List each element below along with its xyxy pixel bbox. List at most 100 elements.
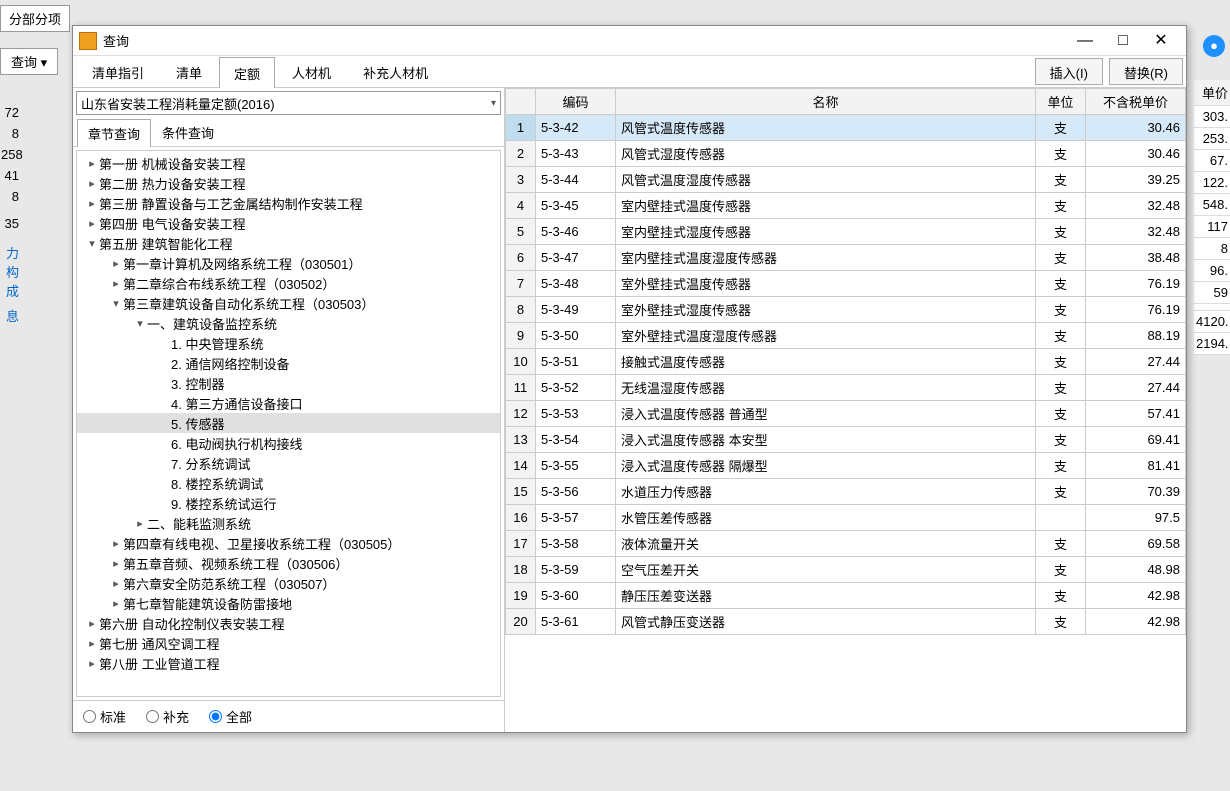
table-row[interactable]: 85-3-49室外壁挂式湿度传感器支76.19 [506,297,1186,323]
cell-code[interactable]: 5-3-48 [536,271,616,297]
table-row[interactable]: 95-3-50室外壁挂式温度湿度传感器支88.19 [506,323,1186,349]
tree-node[interactable]: ▸第五章音频、视频系统工程（030506） [77,553,500,573]
filter-radio-补充[interactable]: 补充 [146,707,189,726]
tree-node[interactable]: ▸第四章有线电视、卫星接收系统工程（030505） [77,533,500,553]
tree-node[interactable]: ▸第六章安全防范系统工程（030507） [77,573,500,593]
tab-补充人材机[interactable]: 补充人材机 [348,56,443,87]
cell-name[interactable]: 浸入式温度传感器 本安型 [616,427,1036,453]
cell-unit[interactable]: 支 [1036,245,1086,271]
replace-button[interactable]: 替换(R) [1109,58,1183,85]
subtab-条件查询[interactable]: 条件查询 [151,118,225,146]
tree-toggle-icon[interactable]: ▾ [85,237,99,250]
results-table[interactable]: 编码名称单位不含税单价 15-3-42风管式温度传感器支30.4625-3-43… [505,88,1186,635]
tree-node[interactable]: 3. 控制器 [77,373,500,393]
cell-unit[interactable]: 支 [1036,453,1086,479]
tab-人材机[interactable]: 人材机 [277,56,346,87]
radio-input[interactable] [146,710,159,723]
tree-node[interactable]: ▸第一章计算机及网络系统工程（030501） [77,253,500,273]
col-header[interactable]: 不含税单价 [1086,89,1186,115]
tree-node[interactable]: 2. 通信网络控制设备 [77,353,500,373]
tree-toggle-icon[interactable]: ▸ [85,637,99,650]
cell-name[interactable]: 浸入式温度传感器 普通型 [616,401,1036,427]
tree-node[interactable]: ▸第七册 通风空调工程 [77,633,500,653]
cell-price[interactable]: 30.46 [1086,141,1186,167]
tree-node[interactable]: 1. 中央管理系统 [77,333,500,353]
cell-price[interactable]: 97.5 [1086,505,1186,531]
cell-code[interactable]: 5-3-56 [536,479,616,505]
cell-price[interactable]: 69.58 [1086,531,1186,557]
maximize-button[interactable]: □ [1104,28,1142,54]
cell-code[interactable]: 5-3-45 [536,193,616,219]
tree-toggle-icon[interactable]: ▸ [109,557,123,570]
tree-node[interactable]: 6. 电动阀执行机构接线 [77,433,500,453]
table-row[interactable]: 125-3-53浸入式温度传感器 普通型支57.41 [506,401,1186,427]
cell-code[interactable]: 5-3-42 [536,115,616,141]
cell-code[interactable]: 5-3-49 [536,297,616,323]
cell-price[interactable]: 57.41 [1086,401,1186,427]
cell-name[interactable]: 室内壁挂式湿度传感器 [616,219,1036,245]
cell-code[interactable]: 5-3-61 [536,609,616,635]
cell-code[interactable]: 5-3-43 [536,141,616,167]
tree-toggle-icon[interactable]: ▸ [109,277,123,290]
cell-unit[interactable]: 支 [1036,323,1086,349]
cell-name[interactable]: 室内壁挂式温度湿度传感器 [616,245,1036,271]
table-row[interactable]: 155-3-56水道压力传感器支70.39 [506,479,1186,505]
cell-name[interactable]: 无线温湿度传感器 [616,375,1036,401]
cell-code[interactable]: 5-3-58 [536,531,616,557]
tree-node[interactable]: ▾一、建筑设备监控系统 [77,313,500,333]
table-row[interactable]: 115-3-52无线温湿度传感器支27.44 [506,375,1186,401]
cell-code[interactable]: 5-3-59 [536,557,616,583]
cell-name[interactable]: 静压压差变送器 [616,583,1036,609]
cell-unit[interactable] [1036,505,1086,531]
cell-unit[interactable]: 支 [1036,531,1086,557]
cell-price[interactable]: 48.98 [1086,557,1186,583]
tree-node[interactable]: ▸第二册 热力设备安装工程 [77,173,500,193]
cell-unit[interactable]: 支 [1036,583,1086,609]
col-header[interactable]: 名称 [616,89,1036,115]
tree-toggle-icon[interactable]: ▸ [85,617,99,630]
cell-price[interactable]: 81.41 [1086,453,1186,479]
tree-toggle-icon[interactable]: ▾ [133,317,147,330]
tree-node[interactable]: ▸第六册 自动化控制仪表安装工程 [77,613,500,633]
chapter-tree[interactable]: ▸第一册 机械设备安装工程▸第二册 热力设备安装工程▸第三册 静置设备与工艺金属… [76,150,501,697]
col-header[interactable]: 单位 [1036,89,1086,115]
cell-code[interactable]: 5-3-44 [536,167,616,193]
cell-price[interactable]: 69.41 [1086,427,1186,453]
tree-node[interactable]: 5. 传感器 [77,413,500,433]
cell-code[interactable]: 5-3-60 [536,583,616,609]
tree-node[interactable]: ▾第五册 建筑智能化工程 [77,233,500,253]
cell-code[interactable]: 5-3-57 [536,505,616,531]
minimize-button[interactable]: — [1066,28,1104,54]
insert-button[interactable]: 插入(I) [1035,58,1103,85]
close-button[interactable]: ✕ [1142,28,1180,54]
tree-node[interactable]: ▾第三章建筑设备自动化系统工程（030503） [77,293,500,313]
tree-node[interactable]: 4. 第三方通信设备接口 [77,393,500,413]
cell-code[interactable]: 5-3-51 [536,349,616,375]
cell-unit[interactable]: 支 [1036,297,1086,323]
tab-定额[interactable]: 定额 [219,57,275,88]
cell-code[interactable]: 5-3-46 [536,219,616,245]
cell-name[interactable]: 风管式湿度传感器 [616,141,1036,167]
col-header[interactable] [506,89,536,115]
tree-toggle-icon[interactable]: ▸ [85,197,99,210]
tree-toggle-icon[interactable]: ▸ [85,157,99,170]
cell-code[interactable]: 5-3-47 [536,245,616,271]
table-row[interactable]: 65-3-47室内壁挂式温度湿度传感器支38.48 [506,245,1186,271]
table-row[interactable]: 165-3-57水管压差传感器97.5 [506,505,1186,531]
radio-input[interactable] [209,710,222,723]
cell-unit[interactable]: 支 [1036,141,1086,167]
dataset-combo[interactable]: 山东省安装工程消耗量定额(2016) ▾ [76,91,501,115]
cell-name[interactable]: 风管式静压变送器 [616,609,1036,635]
cell-price[interactable]: 88.19 [1086,323,1186,349]
tree-toggle-icon[interactable]: ▸ [109,597,123,610]
tree-node[interactable]: ▸第二章综合布线系统工程（030502） [77,273,500,293]
cell-name[interactable]: 室外壁挂式湿度传感器 [616,297,1036,323]
subtab-章节查询[interactable]: 章节查询 [77,119,151,147]
tree-toggle-icon[interactable]: ▸ [109,577,123,590]
cell-price[interactable]: 42.98 [1086,583,1186,609]
user-avatar-icon[interactable]: ● [1203,35,1225,57]
cell-price[interactable]: 27.44 [1086,375,1186,401]
tree-toggle-icon[interactable]: ▸ [109,257,123,270]
cell-unit[interactable]: 支 [1036,609,1086,635]
cell-unit[interactable]: 支 [1036,193,1086,219]
